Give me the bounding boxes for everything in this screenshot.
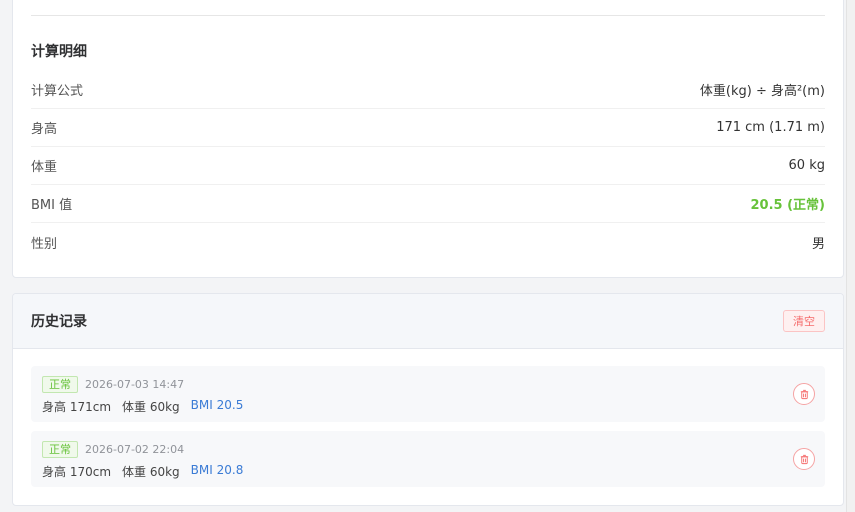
trash-icon: [800, 389, 808, 399]
detail-label: 身高: [31, 122, 58, 137]
detail-label: 性别: [31, 236, 58, 252]
history-header: 历史记录 清空: [13, 294, 843, 349]
history-item: 正常 2026-07-03 14:47 身高 171cm 体重 60kg BMI…: [31, 366, 825, 422]
divider: [31, 15, 825, 16]
history-title: 历史记录: [31, 314, 87, 330]
history-card: 历史记录 清空 正常 2026-07-03 14:47 身高 171cm 体重 …: [12, 293, 844, 506]
clear-history-button[interactable]: 清空: [783, 310, 825, 332]
detail-rows: 计算公式 体重(kg) ÷ 身高²(m) 身高 171 cm (1.71 m) …: [31, 71, 825, 261]
weight-text: 体重 60kg: [122, 465, 180, 479]
scrollbar[interactable]: [846, 0, 855, 512]
timestamp: 2026-07-02 22:04: [85, 442, 185, 456]
weight-text: 体重 60kg: [122, 400, 180, 414]
status-badge: 正常: [42, 440, 78, 458]
delete-record-button[interactable]: [793, 383, 815, 405]
bmi-text: BMI 20.5: [190, 398, 244, 412]
status-badge: 正常: [42, 375, 78, 393]
detail-label: 计算公式: [31, 84, 84, 99]
timestamp: 2026-07-03 14:47: [85, 377, 185, 391]
detail-row-bmi: BMI 值 20.5 (正常): [31, 185, 825, 223]
height-text: 身高 170cm: [42, 465, 112, 479]
history-list: 正常 2026-07-03 14:47 身高 171cm 体重 60kg BMI…: [13, 349, 843, 487]
detail-row-height: 身高 171 cm (1.71 m): [31, 109, 825, 147]
detail-row-formula: 计算公式 体重(kg) ÷ 身高²(m): [31, 71, 825, 109]
history-item: 正常 2026-07-02 22:04 身高 170cm 体重 60kg BMI…: [31, 431, 825, 487]
detail-value: 60 kg: [788, 158, 825, 173]
height-text: 身高 171cm: [42, 400, 112, 414]
calculation-detail-card: 计算明细 计算公式 体重(kg) ÷ 身高²(m) 身高 171 cm (1.7…: [12, 0, 844, 278]
trash-icon: [800, 454, 808, 464]
delete-record-button[interactable]: [793, 448, 815, 470]
detail-row-weight: 体重 60 kg: [31, 147, 825, 185]
detail-value: 男: [811, 236, 825, 252]
detail-row-gender: 性别 男: [31, 223, 825, 261]
bmi-text: BMI 20.8: [190, 463, 244, 477]
detail-label: BMI 值: [31, 198, 73, 213]
detail-value: 体重(kg) ÷ 身高²(m): [699, 84, 825, 99]
detail-value: 171 cm (1.71 m): [716, 120, 825, 135]
detail-label: 体重: [31, 160, 58, 175]
detail-title: 计算明细: [31, 44, 87, 60]
bmi-value: 20.5 (正常): [750, 198, 825, 213]
